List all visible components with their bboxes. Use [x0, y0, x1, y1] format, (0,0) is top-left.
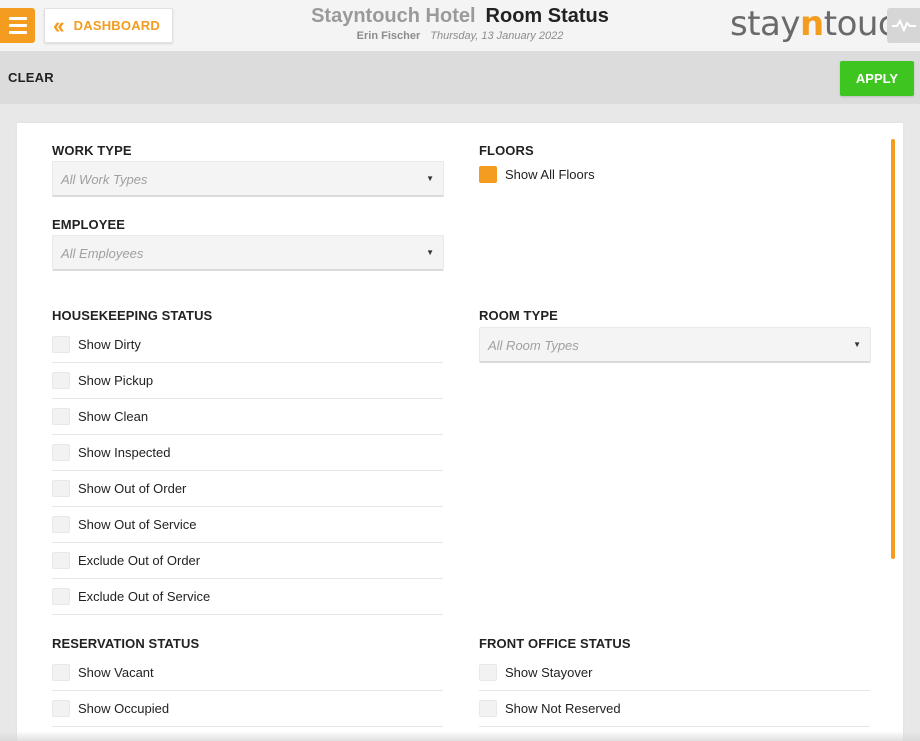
checkbox[interactable] [479, 700, 497, 717]
pulse-icon [892, 18, 916, 32]
room-type-value: All Room Types [488, 338, 579, 353]
room-type-title: ROOM TYPE [479, 308, 558, 323]
checkbox-row[interactable]: Show Dirty [52, 327, 443, 363]
work-type-value: All Work Types [61, 172, 148, 187]
app-header: ‹‹ DASHBOARD Stayntouch Hotel Room Status… [0, 0, 920, 52]
pulse-button[interactable] [887, 8, 920, 43]
checkbox-row[interactable]: Show Not Reserved [479, 691, 870, 727]
checkbox-row[interactable]: Show Vacant [52, 655, 443, 691]
employee-value: All Employees [61, 246, 144, 261]
apply-button[interactable]: APPLY [840, 61, 914, 96]
employee-title: EMPLOYEE [52, 217, 126, 232]
show-all-floors-label: Show All Floors [505, 167, 595, 182]
checkbox-row[interactable]: Show Out of Service [52, 507, 443, 543]
clear-button[interactable]: CLEAR [8, 70, 54, 85]
front-office-title: FRONT OFFICE STATUS [479, 636, 631, 651]
checkbox[interactable] [479, 664, 497, 681]
checkbox[interactable] [52, 480, 70, 497]
checkbox[interactable] [52, 444, 70, 461]
checkbox-row[interactable]: Show Out of Order [52, 471, 443, 507]
checkbox[interactable] [52, 700, 70, 717]
checkbox-row[interactable]: Exclude Out of Order [52, 543, 443, 579]
caret-down-icon: ▼ [426, 174, 434, 183]
hotel-name: Stayntouch Hotel [311, 5, 476, 27]
checkbox[interactable] [52, 552, 70, 569]
reservation-title: RESERVATION STATUS [52, 636, 200, 651]
show-all-floors-checkbox[interactable] [479, 166, 497, 183]
checkbox-row[interactable]: Show Inspected [52, 435, 443, 471]
caret-down-icon: ▼ [853, 340, 861, 349]
checkbox[interactable] [52, 664, 70, 681]
filter-toolbar: CLEAR [0, 52, 920, 104]
checkbox-row[interactable]: Show Clean [52, 399, 443, 435]
work-type-select[interactable]: All Work Types ▼ [52, 161, 444, 197]
checkbox-row[interactable]: Exclude Out of Service [52, 579, 443, 615]
checkbox-row[interactable]: Show Pickup [52, 363, 443, 399]
caret-down-icon: ▼ [426, 248, 434, 257]
business-date: Thursday, 13 January 2022 [430, 30, 564, 42]
housekeeping-title: HOUSEKEEPING STATUS [52, 308, 213, 323]
checkbox[interactable] [52, 516, 70, 533]
scrollbar[interactable] [891, 139, 895, 559]
checkbox[interactable] [52, 372, 70, 389]
work-type-title: WORK TYPE [52, 143, 132, 158]
page-title: Room Status [485, 5, 609, 27]
checkbox-row[interactable]: Show Occupied [52, 691, 443, 727]
checkbox[interactable] [52, 588, 70, 605]
user-name: Erin Fischer [356, 30, 421, 42]
checkbox[interactable] [52, 336, 70, 353]
checkbox-row[interactable]: Show Stayover [479, 655, 870, 691]
floors-title: FLOORS [479, 143, 534, 158]
checkbox[interactable] [52, 408, 70, 425]
bottom-fade [0, 731, 920, 741]
employee-select[interactable]: All Employees ▼ [52, 235, 444, 271]
room-type-select[interactable]: All Room Types ▼ [479, 327, 871, 363]
